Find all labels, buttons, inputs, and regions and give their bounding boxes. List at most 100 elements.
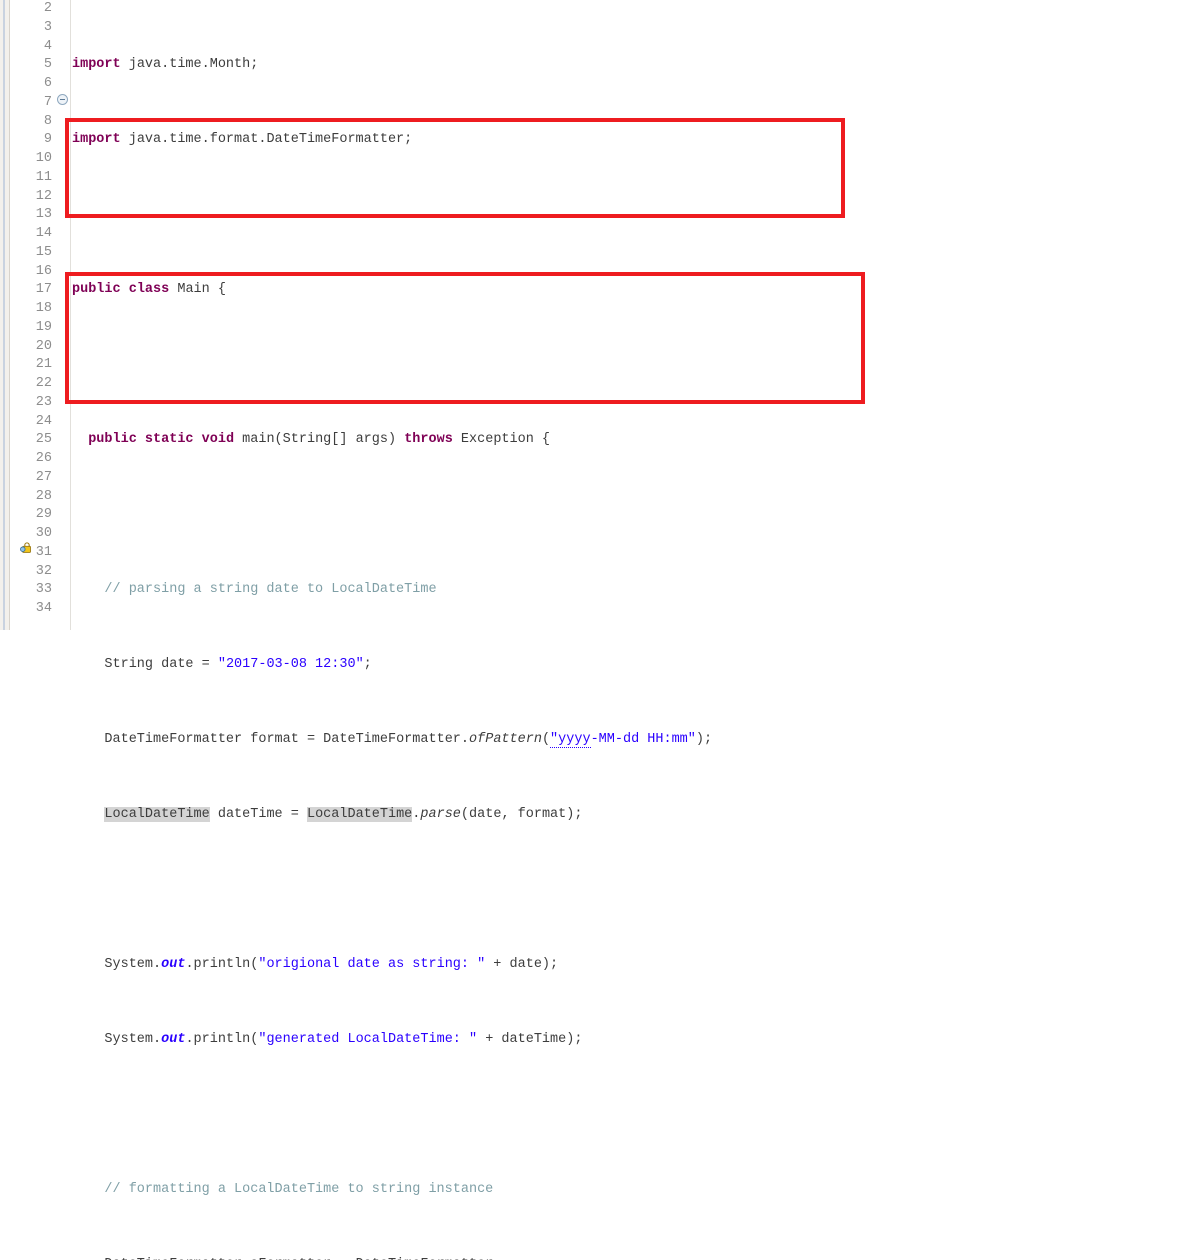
comment-parsing: // parsing a string date to LocalDateTim… xyxy=(104,582,437,598)
occurrence-LocalDateTime: LocalDateTime xyxy=(104,807,210,823)
code-line-empty[interactable] xyxy=(70,881,1200,900)
code-line[interactable]: System.out.println("generated LocalDateT… xyxy=(70,1031,1200,1050)
method-println: .println( xyxy=(185,957,259,973)
line-number: 28 xyxy=(35,488,52,504)
line-number: 19 xyxy=(35,319,52,335)
line-number: 17 xyxy=(35,282,52,298)
field-out: out xyxy=(161,957,186,973)
line-number: 31 xyxy=(35,544,52,560)
line-number: 22 xyxy=(35,376,52,391)
keyword-throws: throws xyxy=(404,432,453,448)
method-ofPattern: ofPattern xyxy=(469,732,542,748)
line-number: 16 xyxy=(35,263,52,279)
line-number: 32 xyxy=(35,563,52,579)
exception-type: Exception { xyxy=(460,432,551,448)
line-number: 30 xyxy=(35,526,52,541)
line-number: 5 xyxy=(43,57,52,73)
code-line[interactable]: // parsing a string date to LocalDateTim… xyxy=(70,581,1200,600)
line-number: 18 xyxy=(35,301,52,316)
line-number: 12 xyxy=(35,188,52,204)
arg-date: date xyxy=(509,957,542,973)
arg-format: format xyxy=(517,807,567,823)
keyword-public: public xyxy=(88,432,137,448)
code-text-area[interactable]: import java.time.Month; import java.time… xyxy=(70,0,1200,1260)
line-number: 7 xyxy=(43,94,52,110)
line-number: 15 xyxy=(35,244,52,260)
code-line[interactable]: import java.time.Month; xyxy=(70,56,1200,75)
code-line[interactable]: System.out.println("origional date as st… xyxy=(70,956,1200,975)
line-number: 34 xyxy=(35,601,52,616)
string-pattern-tail: -MM-dd HH:mm" xyxy=(590,732,696,748)
keyword-public: public xyxy=(72,282,121,298)
arg-date: date xyxy=(469,807,502,823)
type-DateTimeFormatter: DateTimeFormatter xyxy=(104,1257,242,1260)
line-number: 29 xyxy=(35,507,52,523)
line-number: 13 xyxy=(35,207,52,223)
var-aFormatter: aFormatter xyxy=(250,1257,331,1260)
string-date-value: "2017-03-08 12:30" xyxy=(217,657,364,673)
method-parse: parse xyxy=(420,807,461,823)
line-number: 14 xyxy=(35,226,52,241)
code-line[interactable]: public static void main(String[] args) t… xyxy=(70,431,1200,450)
line-number: 26 xyxy=(35,451,52,466)
code-line[interactable]: // formatting a LocalDateTime to string … xyxy=(70,1181,1200,1200)
line-number: 20 xyxy=(35,338,52,354)
line-number: 25 xyxy=(35,432,52,448)
code-line[interactable]: public class Main { xyxy=(70,281,1200,300)
method-println: .println( xyxy=(185,1032,259,1048)
line-number: 24 xyxy=(35,413,52,429)
code-line[interactable]: import java.time.format.DateTimeFormatte… xyxy=(70,131,1200,150)
method-signature: main(String[] args) xyxy=(242,432,397,448)
code-line[interactable]: DateTimeFormatter aFormatter = DateTimeF… xyxy=(70,1256,1200,1260)
code-line-empty[interactable] xyxy=(70,206,1200,225)
code-line-empty[interactable] xyxy=(70,1106,1200,1125)
var-date: date xyxy=(161,657,194,673)
class-name: Main { xyxy=(177,282,226,298)
line-number: 27 xyxy=(35,469,52,485)
code-line[interactable]: DateTimeFormatter format = DateTimeForma… xyxy=(70,731,1200,750)
type-DateTimeFormatter: DateTimeFormatter xyxy=(356,1257,494,1260)
var-format: format xyxy=(250,732,299,748)
keyword-class: class xyxy=(128,282,170,298)
import-path: java.time.format.DateTimeFormatter; xyxy=(128,132,413,148)
type-DateTimeFormatter: DateTimeFormatter xyxy=(323,732,461,748)
line-number: 33 xyxy=(35,582,52,598)
System-ref: System. xyxy=(104,1032,162,1048)
code-line[interactable]: LocalDateTime dateTime = LocalDateTime.p… xyxy=(70,806,1200,825)
code-folding-gutter[interactable] xyxy=(56,0,71,630)
keyword-void: void xyxy=(201,432,235,448)
line-number: 21 xyxy=(35,357,52,373)
type-String: String xyxy=(104,657,154,673)
var-dateTime: dateTime xyxy=(217,807,283,823)
import-path: java.time.Month; xyxy=(128,57,259,73)
line-number: 8 xyxy=(43,113,52,129)
java-code-editor[interactable]: 2 3 4 5 6 7 8 9 10 11 12 13 14 15 16 17 18 19 20 21 22 23 24 25… xyxy=(0,0,1200,1260)
arg-dateTime: dateTime xyxy=(501,1032,567,1048)
line-number: 23 xyxy=(35,394,52,410)
keyword-import: import xyxy=(72,57,121,73)
field-out: out xyxy=(161,1032,186,1048)
editor-edge-accent xyxy=(3,0,5,630)
line-number: 3 xyxy=(43,19,52,35)
comment-formatting: // formatting a LocalDateTime to string … xyxy=(104,1182,494,1198)
line-number: 6 xyxy=(43,76,52,91)
keyword-import: import xyxy=(72,132,121,148)
code-line-empty[interactable] xyxy=(70,506,1200,525)
code-line-empty[interactable] xyxy=(70,356,1200,375)
System-ref: System. xyxy=(104,957,162,973)
line-number: 9 xyxy=(43,132,52,148)
line-number-gutter: 2 3 4 5 6 7 8 9 10 11 12 13 14 15 16 17 18 19 20 21 22 23 24 25… xyxy=(10,0,56,630)
editor-left-edge xyxy=(0,0,10,630)
occurrence-LocalDateTime: LocalDateTime xyxy=(306,807,413,823)
line-number: 11 xyxy=(35,169,52,185)
string-pattern-head: "yyyy xyxy=(550,732,591,749)
keyword-static: static xyxy=(144,432,194,448)
type-DateTimeFormatter: DateTimeFormatter xyxy=(104,732,243,748)
line-number: 10 xyxy=(35,151,52,166)
string-generated-ldt: "generated LocalDateTime: " xyxy=(258,1032,478,1048)
line-number: 2 xyxy=(43,1,52,16)
code-line[interactable]: String date = "2017-03-08 12:30"; xyxy=(70,656,1200,675)
collapse-circle-icon[interactable] xyxy=(57,94,68,105)
string-origional-date: "origional date as string: " xyxy=(258,957,486,973)
line-number: 4 xyxy=(43,38,52,54)
